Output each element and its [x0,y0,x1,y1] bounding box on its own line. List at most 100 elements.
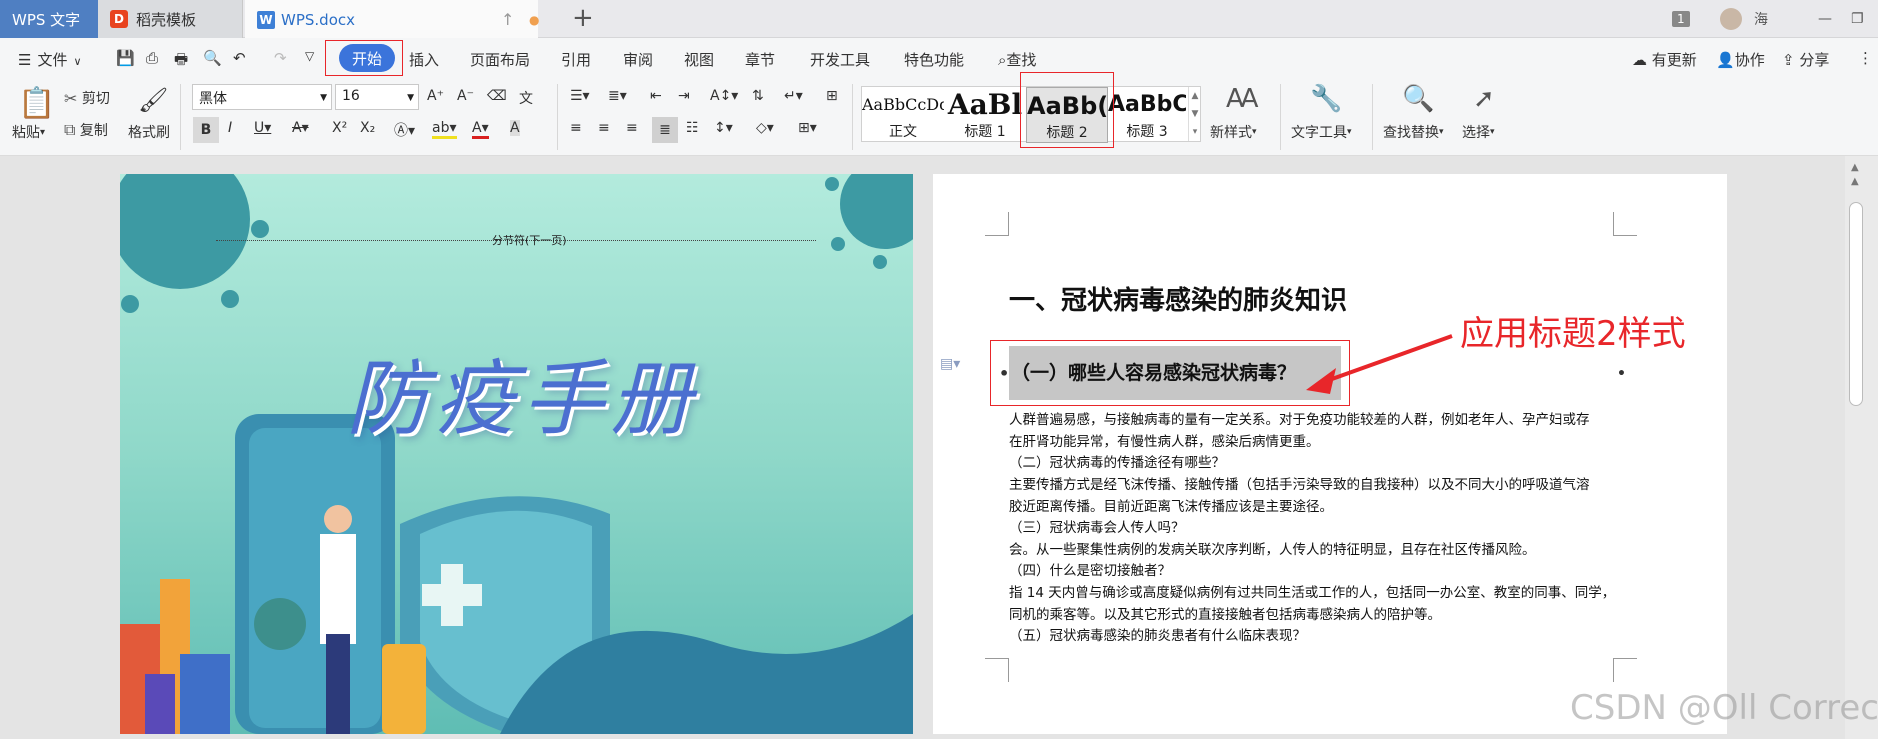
document-page[interactable]: 一、冠状病毒感染的肺炎知识 （一）哪些人容易感染冠状病毒？ • • 人群普遍易感… [933,174,1727,734]
wrench-icon[interactable]: 🔧 [1310,84,1342,114]
output-icon[interactable]: ⎙ [146,49,158,67]
highlight-button[interactable]: ab▾ [432,120,457,139]
more-options-icon[interactable]: ⋮ [1858,49,1873,67]
print-icon[interactable]: 🖶 [174,49,188,74]
title-bar: WPS 文字 D 稻壳模板 W WPS.docx ↑ ● + 1 海 — ❐ [0,0,1878,38]
share-button[interactable]: ⇪ 分享 [1782,49,1829,70]
scroll-up-icon[interactable]: ▲ [1851,162,1859,173]
new-style-icon[interactable]: Ꜳ [1226,84,1259,114]
align-left-icon[interactable]: ≡ [570,120,582,136]
style-heading-1[interactable]: AaBl 标题 1 [944,87,1026,143]
strikethrough-button[interactable]: A▾ [292,120,309,136]
tab-docer-templates[interactable]: D 稻壳模板 [98,0,243,38]
show-marks-icon[interactable]: ↵▾ [784,88,803,104]
format-painter-icon[interactable]: 🖌 [138,86,168,114]
tab-chapter[interactable]: 章节 [745,49,775,70]
text-direction-icon[interactable]: A↕▾ [710,88,738,104]
tab-view[interactable]: 视图 [684,49,714,70]
quick-access-dropdown-icon[interactable]: ▽ [305,49,314,63]
tab-wps-writer[interactable]: WPS 文字 [0,0,98,38]
collaborate-button[interactable]: 👤协作 [1716,49,1765,70]
paragraph-menu-icon[interactable]: ▤▾ [940,356,960,372]
tab-page-layout[interactable]: 页面布局 [470,49,530,70]
phonetic-guide-icon[interactable]: 文 [519,88,533,108]
gallery-scroll-icon[interactable]: ▲ ▼ ▾ [1188,87,1201,141]
line-spacing-icon[interactable]: ↕▾ [714,120,733,136]
redo-icon[interactable]: ↷ [274,49,287,67]
tab-insert[interactable]: 插入 [409,49,439,70]
tab-wps-writer-label: WPS 文字 [12,10,81,29]
body-line: 人群普遍易感，与接触病毒的量有一定关系。对于免疫功能较差的人群，例如老年人、孕产… [1009,412,1590,428]
select-button[interactable]: 选择 ▾ [1462,122,1495,142]
search-command[interactable]: ⌕查找 [998,49,1036,70]
find-replace-button[interactable]: 查找替换 ▾ [1383,122,1444,142]
body-line: 同机的乘客等。以及其它形式的直接接触者包括病毒感染病人的陪护等。 [1009,607,1441,623]
undo-icon[interactable]: ↶ [233,49,246,67]
distribute-icon[interactable]: ☷ [686,120,699,136]
borders-icon[interactable]: ⊞▾ [798,120,817,136]
font-color-button[interactable]: A▾ [472,120,489,139]
chevron-down-icon: ▼ [320,93,327,103]
increase-indent-icon[interactable]: ⇥ [678,88,690,104]
grow-font-icon[interactable]: A⁺ [427,88,444,104]
font-size-select[interactable]: 16 ▼ [335,84,419,110]
tab-review[interactable]: 审阅 [623,49,653,70]
tab-developer-tools[interactable]: 开发工具 [810,49,870,70]
sort-icon[interactable]: ⇅ [752,88,764,104]
tab-references[interactable]: 引用 [561,49,591,70]
style-normal[interactable]: AaBbCcDd 正文 [862,87,944,143]
unsaved-dot-icon: ● [529,13,540,27]
menu-bar: ☰ 文件 ∨ 💾 ⎙ 🖶 🔍 ↶ ↷ ▽ 插入 页面布局 引用 审阅 视图 章节 开… [0,38,1878,78]
pin-tab-icon[interactable]: ↑ [501,10,514,29]
print-preview-icon[interactable]: 🔍 [203,49,222,67]
find-replace-icon[interactable]: 🔍 [1402,84,1434,114]
clear-format-icon[interactable]: ⌫ [487,88,507,104]
window-count-badge[interactable]: 1 [1672,0,1690,38]
save-icon[interactable]: 💾 [116,49,135,67]
subscript-button[interactable]: X₂ [360,120,375,136]
align-center-icon[interactable]: ≡ [598,120,610,136]
bullet-list-icon[interactable]: ☰▾ [570,88,590,104]
scroll-up-icon[interactable]: ▲ [1851,176,1859,187]
numbered-list-icon[interactable]: ≣▾ [608,88,627,104]
new-style-button[interactable]: 新样式 ▾ [1210,122,1257,142]
scrollbar-thumb[interactable] [1849,202,1863,406]
hamburger-icon: ☰ [18,51,32,69]
paste-icon[interactable]: 📋 [18,86,55,121]
align-right-icon[interactable]: ≡ [626,120,638,136]
table-borders-icon[interactable]: ⊞ [826,88,838,104]
superscript-button[interactable]: X² [332,120,347,136]
tab-special-features[interactable]: 特色功能 [904,49,964,70]
page-corner-mark [1613,212,1637,236]
tab-docer-label: 稻壳模板 [136,10,197,29]
share-icon: ⇪ [1782,51,1795,69]
bold-button[interactable]: B [193,117,219,143]
virus-illustration [120,174,269,313]
justify-icon[interactable]: ≣ [652,117,678,143]
font-name-select[interactable]: 黑体 ▼ [192,84,332,110]
format-painter-button[interactable]: 格式刷 [128,122,170,142]
update-button[interactable]: ☁ 有更新 [1632,49,1697,70]
text-tools-button[interactable]: 文字工具 ▾ [1291,122,1352,142]
cursor-select-icon[interactable]: ➚ [1473,84,1495,114]
text-effect-button[interactable]: Ⓐ▾ [394,120,415,140]
restore-icon[interactable]: ❐ [1851,0,1864,38]
shrink-font-icon[interactable]: A⁻ [457,88,474,104]
new-tab-plus-icon[interactable]: + [572,3,594,33]
style-heading-3[interactable]: AaBbC 标题 3 [1108,87,1186,143]
paste-button[interactable]: 粘贴 ▾ [12,122,45,142]
minimize-icon[interactable]: — [1818,0,1832,38]
cover-title: 防疫手册 [346,352,698,447]
copy-button[interactable]: ⧉ 复制 [64,120,108,140]
cut-button[interactable]: ✂ 剪切 [64,88,110,108]
user-account[interactable]: 海 [1720,0,1768,38]
person-icon: 👤 [1716,51,1735,69]
file-menu[interactable]: ☰ 文件 ∨ [18,49,82,70]
italic-button[interactable]: I [228,120,232,136]
decrease-indent-icon[interactable]: ⇤ [650,88,662,104]
char-shading-button[interactable]: A [510,120,520,136]
body-line: （四）什么是密切接触者？ [1009,563,1171,579]
tab-document[interactable]: W WPS.docx ↑ ● [245,0,540,38]
underline-button[interactable]: U▾ [254,120,271,136]
shading-icon[interactable]: ◇▾ [756,120,774,136]
